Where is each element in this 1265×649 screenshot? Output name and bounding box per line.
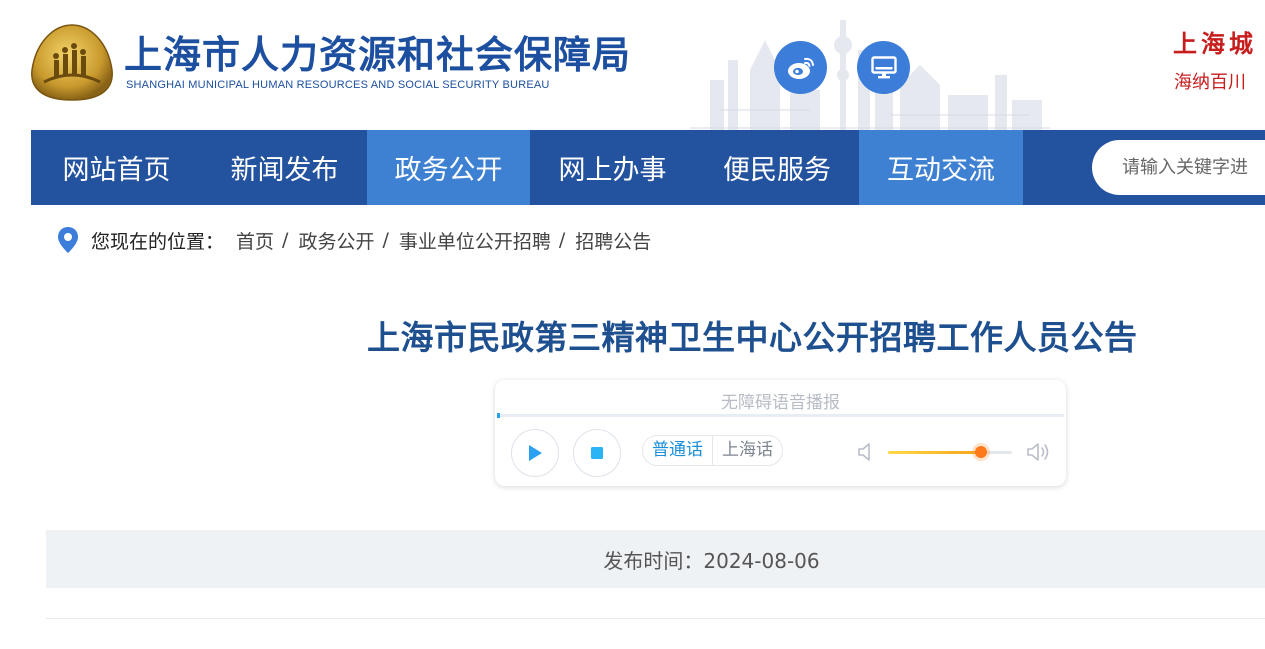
- publish-date: 发布时间：2024-08-06: [603, 548, 820, 573]
- volume-slider-fill: [888, 451, 981, 454]
- org-name: 上海市人力资源和社会保障局: [124, 33, 632, 77]
- nav-item-public-services[interactable]: 便民服务: [695, 130, 859, 205]
- breadcrumb-item-government-affairs[interactable]: 政务公开: [298, 227, 374, 254]
- language-selector: 普通话 上海话: [642, 435, 783, 466]
- search-box: [1092, 140, 1265, 195]
- article-title: 上海市民政第三精神卫生中心公开招聘工作人员公告: [367, 318, 1138, 357]
- pc-version-button[interactable]: [857, 41, 910, 94]
- play-button[interactable]: [511, 429, 559, 477]
- nav-item-home[interactable]: 网站首页: [31, 130, 202, 205]
- volume-slider[interactable]: [888, 446, 1012, 458]
- volume-slider-knob[interactable]: [975, 446, 987, 458]
- stop-icon: [591, 447, 603, 459]
- breadcrumb-item-home[interactable]: 首页: [236, 227, 274, 254]
- weibo-icon: [787, 57, 814, 79]
- breadcrumb-separator: /: [282, 229, 289, 251]
- city-slogan-line1: 上海城: [1173, 29, 1257, 58]
- weibo-button[interactable]: [774, 41, 827, 94]
- publish-info-bar: 发布时间：2024-08-06: [46, 530, 1265, 588]
- nav-item-government-affairs[interactable]: 政务公开: [367, 130, 530, 205]
- content-divider: [46, 618, 1265, 619]
- breadcrumb-separator: /: [382, 229, 389, 251]
- breadcrumb-item-public-recruitment[interactable]: 事业单位公开招聘: [399, 227, 551, 254]
- desktop-monitor-icon: [870, 55, 897, 78]
- accessibility-audio-player: 无障碍语音播报 普通话 上海话: [495, 380, 1066, 486]
- city-slogan-line2: 海纳百川: [1174, 72, 1246, 93]
- breadcrumb-item-recruitment-notice[interactable]: 招聘公告: [575, 227, 651, 254]
- volume-low-icon[interactable]: [857, 441, 875, 463]
- play-icon: [529, 445, 542, 461]
- main-nav: 网站首页 新闻发布 政务公开 网上办事 便民服务 互动交流: [31, 130, 1265, 205]
- language-option-mandarin[interactable]: 普通话: [643, 436, 713, 465]
- site-header: 上海市人力资源和社会保障局 SHANGHAI MUNICIPAL HUMAN R…: [0, 0, 1265, 130]
- volume-high-icon[interactable]: [1026, 441, 1052, 463]
- playback-progress-indicator: [497, 413, 500, 418]
- nav-item-news[interactable]: 新闻发布: [202, 130, 367, 205]
- playback-progress-bar[interactable]: [497, 413, 1064, 418]
- player-title: 无障碍语音播报: [721, 393, 840, 413]
- breadcrumb-separator: /: [558, 229, 566, 251]
- nav-item-online-services[interactable]: 网上办事: [530, 130, 695, 205]
- location-pin-icon: [58, 227, 78, 253]
- nav-item-interaction[interactable]: 互动交流: [859, 130, 1023, 205]
- stop-button[interactable]: [573, 429, 621, 477]
- bureau-logo: [31, 24, 113, 101]
- breadcrumb: 您现在的位置： 首页 / 政务公开 / 事业单位公开招聘 / 招聘公告: [57, 226, 651, 254]
- search-input[interactable]: [1120, 156, 1265, 179]
- breadcrumb-label: 您现在的位置：: [91, 230, 225, 253]
- language-option-shanghainese[interactable]: 上海话: [713, 436, 782, 465]
- org-name-english: SHANGHAI MUNICIPAL HUMAN RESOURCES AND S…: [126, 79, 550, 91]
